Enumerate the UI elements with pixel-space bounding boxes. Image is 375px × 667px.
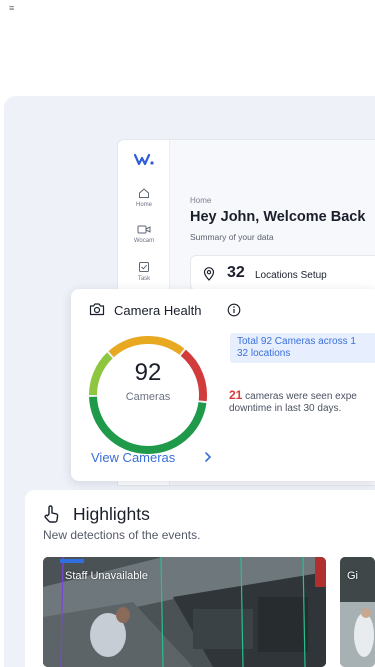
total-summary-line1: Total 92 Cameras across 1 [237,336,356,347]
camera-icon [89,303,105,316]
downtime-count: 21 [229,388,243,402]
highlights-title: Highlights [73,504,150,524]
gauge-arc-segment [89,396,207,454]
location-pin-icon [203,267,215,281]
task-checkbox-icon [139,262,149,272]
camera-health-title: Camera Health [114,303,202,318]
highlight-label: Gi [347,570,358,582]
nav-item-home[interactable]: Home [118,187,170,208]
nav-label-wocam: Wocam [133,238,155,244]
highlight-tag [60,559,84,563]
highlights-card: Highlights New detections of the events.… [25,490,375,667]
info-icon[interactable] [227,303,241,317]
page-subtitle: Summary of your data [190,232,274,242]
chevron-right-icon [205,452,212,462]
camera-health-card: Camera Health 92 Cameras Total 92 Camera… [71,289,375,481]
nav-item-wocam[interactable]: Wocam [118,224,170,244]
highlight-label: Staff Unavailable [65,570,148,582]
highlight-thumbnail[interactable]: Staff Unavailable [43,557,326,667]
locations-card[interactable]: 32 Locations Setup [190,255,375,291]
total-cameras-value: 92 [134,359,162,386]
view-cameras-label: View Cameras [91,450,176,465]
page-title: Hey John, Welcome Back [190,209,366,225]
nav-item-task[interactable]: Task [118,261,170,282]
total-cameras-summary: Total 92 Cameras across 1 32 locations [230,333,375,363]
nav-label-task: Task [137,276,151,282]
highlights-subtitle: New detections of the events. [43,528,201,542]
downtime-line2: downtime in last 30 days. [229,403,342,414]
downtime-line1: cameras were seen expe [242,391,357,402]
view-cameras-link[interactable]: View Cameras [91,450,212,465]
total-summary-line2: 32 locations [237,348,291,359]
home-icon [139,188,149,198]
locations-label: Locations Setup [255,270,327,281]
highlight-thumbnail[interactable]: Gi [340,557,375,667]
breadcrumb[interactable]: Home [190,196,211,205]
video-camera-icon [137,225,151,234]
brand-logo-icon [134,153,154,166]
downtime-summary: 21 cameras were seen expe downtime in la… [229,389,375,415]
locations-count: 32 [227,264,245,281]
hand-pointer-icon [44,505,59,523]
nav-label-home: Home [135,202,152,208]
total-cameras-label: Cameras [125,391,171,403]
gauge-arc-segment [108,336,185,358]
menu-icon[interactable]: ≡ [9,3,14,13]
